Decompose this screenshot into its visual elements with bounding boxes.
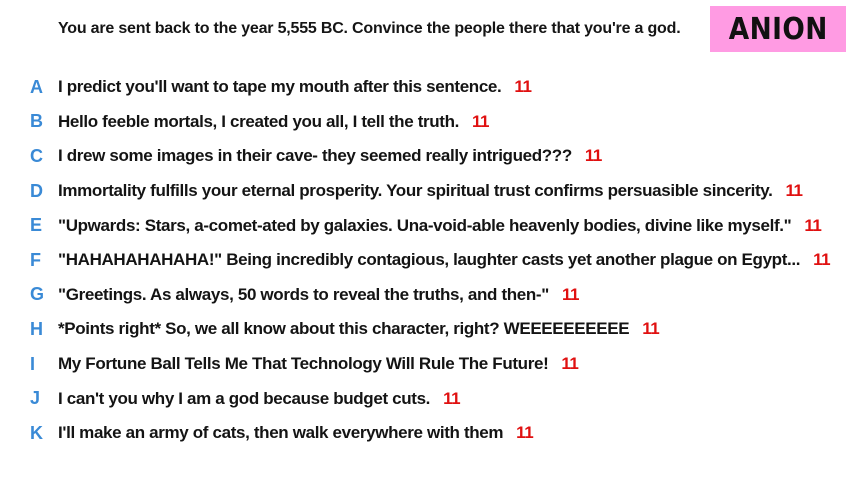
answer-text: "Greetings. As always, 50 words to revea… [58, 284, 549, 304]
answer-score: 11 [443, 388, 461, 408]
answer-text: *Points right* So, we all know about thi… [58, 319, 630, 339]
answer-score: 11 [813, 250, 831, 270]
answer-text: I predict you'll want to tape my mouth a… [58, 77, 502, 97]
answer-row: K I'll make an army of cats, then walk e… [30, 416, 845, 451]
answer-letter: F [30, 249, 41, 270]
answer-text: "Upwards: Stars, a-comet-ated by galaxie… [58, 215, 792, 235]
answer-score: 11 [642, 319, 660, 339]
contestant-badge: ANION [710, 6, 846, 52]
answer-letter: H [30, 318, 43, 339]
answer-score: 11 [472, 111, 490, 131]
answer-score: 11 [514, 77, 532, 97]
answer-row: F "HAHAHAHAHAHA!" Being incredibly conta… [30, 243, 845, 278]
answer-score: 11 [561, 284, 579, 304]
contestant-name: ANION [728, 11, 828, 47]
answer-text: Immortality fulfills your eternal prospe… [58, 181, 773, 201]
answer-row: J I can't you why I am a god because bud… [30, 381, 845, 416]
answer-letter: B [30, 111, 43, 132]
answer-letter: E [30, 215, 43, 236]
answer-text: I can't you why I am a god because budge… [58, 388, 431, 408]
answer-row: H *Points right* So, we all know about t… [30, 312, 845, 347]
answer-score: 11 [584, 146, 602, 166]
answer-letter: J [30, 388, 41, 409]
answer-letter: G [30, 284, 45, 305]
answer-row: D Immortality fulfills your eternal pros… [30, 174, 845, 209]
answer-row: E "Upwards: Stars, a-comet-ated by galax… [30, 208, 845, 243]
answer-row: A I predict you'll want to tape my mouth… [30, 70, 845, 105]
prompt-text: You are sent back to the year 5,555 BC. … [58, 20, 681, 37]
answer-row: G "Greetings. As always, 50 words to rev… [30, 278, 845, 313]
answer-letter: A [30, 76, 43, 97]
answer-row: C I drew some images in their cave- they… [30, 139, 845, 174]
answer-text: Hello feeble mortals, I created you all,… [58, 111, 460, 131]
answer-score: 11 [785, 181, 803, 201]
answer-score: 11 [516, 423, 534, 443]
answer-text: "HAHAHAHAHAHA!" Being incredibly contagi… [58, 250, 801, 270]
answer-letter: C [30, 145, 43, 166]
answer-letter: D [30, 180, 43, 201]
answer-row: B Hello feeble mortals, I created you al… [30, 105, 845, 140]
answer-text: My Fortune Ball Tells Me That Technology… [58, 354, 549, 374]
answer-score: 11 [804, 215, 822, 235]
answer-text: I'll make an army of cats, then walk eve… [58, 423, 504, 443]
answer-list: A I predict you'll want to tape my mouth… [30, 70, 845, 451]
answer-letter: K [30, 422, 43, 443]
answer-score: 11 [561, 354, 579, 374]
answer-text: I drew some images in their cave- they s… [58, 146, 572, 166]
answer-letter: I [30, 353, 36, 374]
answer-row: I My Fortune Ball Tells Me That Technolo… [30, 347, 845, 382]
